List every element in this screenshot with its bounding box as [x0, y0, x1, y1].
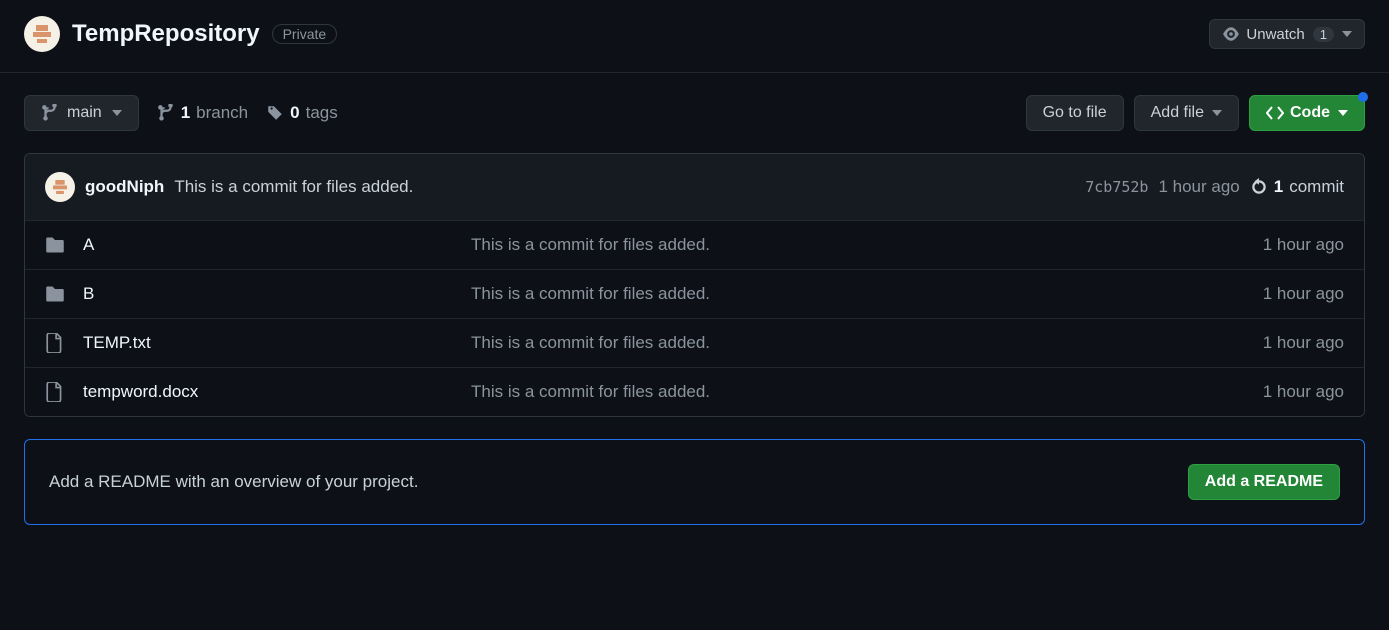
- commits-link[interactable]: 1 commit: [1250, 177, 1344, 197]
- commit-hash[interactable]: 7cb752b: [1085, 178, 1148, 196]
- eye-icon: [1222, 25, 1240, 43]
- commit-avatar[interactable]: [45, 172, 75, 202]
- go-to-file-button[interactable]: Go to file: [1026, 95, 1124, 131]
- repo-name[interactable]: TempRepository: [72, 20, 260, 48]
- file-row[interactable]: A This is a commit for files added. 1 hour…: [25, 221, 1364, 270]
- file-listing: goodNiph This is a commit for files adde…: [24, 153, 1365, 417]
- folder-icon: [45, 236, 65, 254]
- readme-hint: Add a README with an overview of your pr…: [49, 472, 418, 492]
- repo-avatar: [24, 16, 60, 52]
- branch-name: main: [67, 104, 102, 122]
- file-commit-msg[interactable]: This is a commit for files added.: [471, 284, 1245, 304]
- branches-link[interactable]: 1 branch: [157, 103, 248, 123]
- commit-time: 1 hour ago: [1158, 177, 1239, 197]
- file-name[interactable]: tempword.docx: [83, 382, 453, 402]
- tags-link[interactable]: 0 tags: [266, 103, 338, 123]
- unwatch-button[interactable]: Unwatch 1: [1209, 19, 1365, 49]
- branch-count: 1: [181, 103, 190, 123]
- file-commit-msg[interactable]: This is a commit for files added.: [471, 382, 1245, 402]
- file-commit-msg[interactable]: This is a commit for files added.: [471, 333, 1245, 353]
- visibility-badge: Private: [272, 24, 338, 44]
- file-time: 1 hour ago: [1263, 333, 1344, 353]
- chevron-down-icon: [1338, 110, 1348, 116]
- file-name[interactable]: B: [83, 284, 453, 304]
- tag-icon: [266, 104, 284, 122]
- file-time: 1 hour ago: [1263, 382, 1344, 402]
- file-name[interactable]: TEMP.txt: [83, 333, 453, 353]
- file-commit-msg[interactable]: This is a commit for files added.: [471, 235, 1245, 255]
- watch-label: Unwatch: [1246, 26, 1304, 43]
- file-row[interactable]: tempword.docx This is a commit for files …: [25, 368, 1364, 416]
- file-row[interactable]: TEMP.txt This is a commit for files added…: [25, 319, 1364, 368]
- branch-label: branch: [196, 103, 248, 123]
- file-time: 1 hour ago: [1263, 284, 1344, 304]
- chevron-down-icon: [1342, 31, 1352, 37]
- git-branch-icon: [157, 104, 175, 122]
- commit-count: 1: [1274, 177, 1283, 197]
- readme-prompt: Add a README with an overview of your pr…: [24, 439, 1365, 525]
- git-branch-icon: [41, 104, 59, 122]
- avatar-icon: [53, 180, 67, 194]
- commit-author[interactable]: goodNiph: [85, 177, 164, 197]
- add-file-button[interactable]: Add file: [1134, 95, 1239, 131]
- repo-toolbar: main 1 branch 0 tags Go to file Add file…: [0, 73, 1389, 153]
- add-readme-button[interactable]: Add a README: [1188, 464, 1340, 500]
- repo-header: TempRepository Private Unwatch 1: [0, 0, 1389, 73]
- code-icon: [1266, 106, 1284, 120]
- tag-count: 0: [290, 103, 299, 123]
- folder-icon: [45, 285, 65, 303]
- branch-select-button[interactable]: main: [24, 95, 139, 131]
- file-name[interactable]: A: [83, 235, 453, 255]
- chevron-down-icon: [1212, 110, 1222, 116]
- code-button[interactable]: Code: [1249, 95, 1365, 131]
- commit-message[interactable]: This is a commit for files added.: [174, 177, 413, 197]
- avatar-icon: [33, 25, 51, 43]
- file-row[interactable]: B This is a commit for files added. 1 hour…: [25, 270, 1364, 319]
- commit-count-label: commit: [1289, 177, 1344, 197]
- file-icon: [45, 333, 65, 353]
- history-icon: [1250, 178, 1268, 196]
- file-time: 1 hour ago: [1263, 235, 1344, 255]
- tag-label: tags: [306, 103, 338, 123]
- file-icon: [45, 382, 65, 402]
- watch-count: 1: [1313, 27, 1334, 42]
- chevron-down-icon: [112, 110, 122, 116]
- latest-commit-bar: goodNiph This is a commit for files adde…: [25, 154, 1364, 221]
